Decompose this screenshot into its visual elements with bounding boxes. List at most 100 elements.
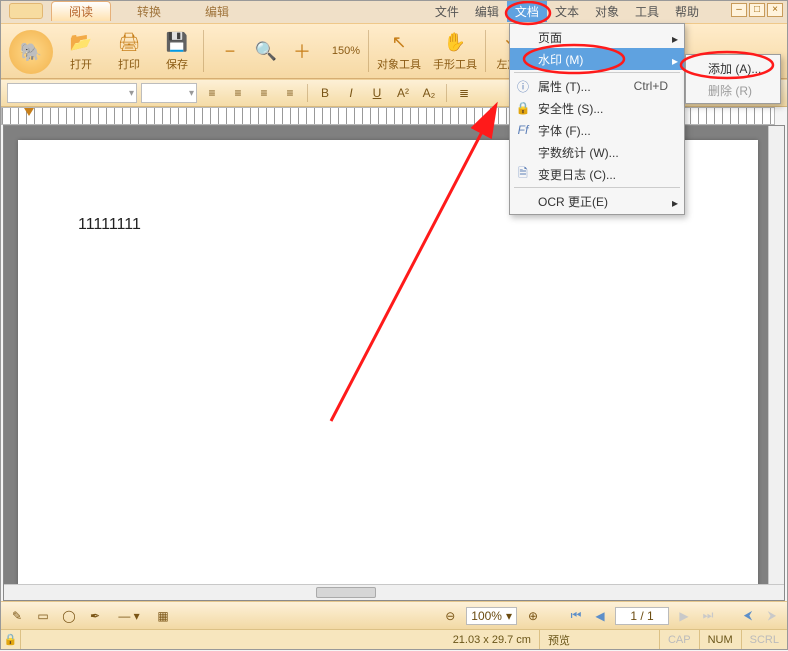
submenu-item-remove[interactable]: 删除 (R) bbox=[686, 79, 780, 101]
zoom-in-button[interactable]: ＋ bbox=[278, 24, 326, 78]
next-page-button[interactable]: ▶ bbox=[675, 607, 693, 625]
font-icon: Ff bbox=[515, 122, 531, 138]
prop-tool-button[interactable]: ▦ bbox=[153, 606, 173, 626]
bottom-toolbar: ✎ ▭ ◯ ✒ ― ▾ ▦ ⊖ 100%▾ ⊕ ⏮ ◀ 1 / 1 ▶ ⏭ ⮜ … bbox=[1, 601, 787, 629]
line-style-button[interactable]: ― ▾ bbox=[111, 606, 147, 626]
watermark-submenu: 添加 (A)... 删除 (R) bbox=[685, 54, 781, 104]
scroll-thumb[interactable] bbox=[316, 587, 376, 598]
app-handle[interactable] bbox=[9, 3, 43, 19]
tab-convert[interactable]: 转换 bbox=[119, 1, 179, 21]
vertical-scrollbar[interactable] bbox=[768, 126, 784, 584]
menu-item-ocr[interactable]: OCR 更正(E) ▸ bbox=[510, 190, 684, 212]
menu-item-label: 页面 bbox=[538, 29, 562, 46]
tab-edit[interactable]: 编辑 bbox=[187, 1, 247, 21]
save-icon: 💾 bbox=[165, 31, 189, 55]
zoom-label: 150% bbox=[332, 45, 360, 57]
zoom-value[interactable]: 150% bbox=[326, 24, 366, 78]
plus-icon: ＋ bbox=[290, 39, 314, 63]
menu-item-label: 水印 (M) bbox=[538, 51, 583, 68]
zoom-combo[interactable]: 100%▾ bbox=[466, 607, 517, 625]
window-close-button[interactable]: × bbox=[767, 3, 783, 17]
font-size-combo[interactable]: ▾ bbox=[141, 83, 197, 103]
horizontal-scrollbar[interactable] bbox=[4, 584, 784, 600]
menu-item-changelog[interactable]: 🗎 变更日志 (C)... bbox=[510, 163, 684, 185]
rect-tool-button[interactable]: ▭ bbox=[33, 606, 53, 626]
lock-icon[interactable]: 🔒 bbox=[1, 629, 21, 649]
menu-item-label: 属性 (T)... bbox=[538, 78, 591, 95]
menu-help[interactable]: 帮助 bbox=[667, 1, 707, 22]
menu-edit[interactable]: 编辑 bbox=[467, 1, 507, 22]
menu-document[interactable]: 文档 bbox=[507, 1, 547, 22]
menu-separator bbox=[514, 72, 680, 73]
last-page-button[interactable]: ⏭ bbox=[699, 607, 717, 625]
page-dimensions: 21.03 x 29.7 cm bbox=[445, 630, 540, 649]
scrl-indicator: SCRL bbox=[742, 630, 787, 649]
minus-icon: − bbox=[218, 39, 242, 63]
save-button[interactable]: 💾 保存 bbox=[153, 24, 201, 78]
pen-tool-button[interactable]: ✒ bbox=[85, 606, 105, 626]
menu-item-wordcount[interactable]: 字数统计 (W)... bbox=[510, 141, 684, 163]
menu-item-shortcut: Ctrl+D bbox=[634, 79, 668, 93]
italic-button[interactable]: I bbox=[340, 83, 362, 103]
page-field[interactable]: 1 / 1 bbox=[615, 607, 669, 625]
menu-tools[interactable]: 工具 bbox=[627, 1, 667, 22]
app-logo-icon[interactable]: 🐘 bbox=[9, 30, 53, 74]
lock-icon: 🔒 bbox=[515, 100, 531, 116]
document-menu-dropdown: 页面 ▸ 水印 (M) ▸ ⓘ 属性 (T)... Ctrl+D 🔒 安全性 (… bbox=[509, 23, 685, 215]
underline-button[interactable]: U bbox=[366, 83, 388, 103]
save-label: 保存 bbox=[166, 56, 188, 72]
indent-marker-icon[interactable] bbox=[24, 108, 34, 116]
toolbar-separator bbox=[368, 30, 369, 72]
submenu-arrow-icon: ▸ bbox=[672, 54, 678, 68]
caps-indicator: CAP bbox=[660, 630, 700, 649]
superscript-button[interactable]: A² bbox=[392, 83, 414, 103]
edit-tool-button[interactable]: ✎ bbox=[7, 606, 27, 626]
menu-item-security[interactable]: 🔒 安全性 (S)... bbox=[510, 97, 684, 119]
chevron-down-icon: ▾ bbox=[506, 609, 512, 623]
hand-tool-button[interactable]: ✋ 手形工具 bbox=[427, 24, 483, 78]
font-family-combo[interactable]: ▾ bbox=[7, 83, 137, 103]
separator bbox=[446, 84, 447, 102]
back-history-button[interactable]: ⮜ bbox=[739, 607, 757, 625]
view-mode[interactable]: 预览 bbox=[540, 630, 660, 649]
object-tool-button[interactable]: ↖ 对象工具 bbox=[371, 24, 427, 78]
toolbar-separator bbox=[485, 30, 486, 72]
open-button[interactable]: 📂 打开 bbox=[57, 24, 105, 78]
window-minimize-button[interactable]: – bbox=[731, 3, 747, 17]
align-left-button[interactable]: ≡ bbox=[201, 83, 223, 103]
mode-tabs: 阅读 转换 编辑 bbox=[51, 1, 255, 21]
align-right-button[interactable]: ≡ bbox=[253, 83, 275, 103]
document-text[interactable]: 11111111 bbox=[78, 216, 141, 234]
fwd-history-button[interactable]: ⮞ bbox=[763, 607, 781, 625]
zoom-reset-button[interactable]: 🔍 bbox=[254, 24, 278, 78]
window-controls: – □ × bbox=[731, 3, 783, 17]
menu-file[interactable]: 文件 bbox=[427, 1, 467, 22]
zoom-in-small-button[interactable]: ⊕ bbox=[523, 606, 543, 626]
submenu-arrow-icon: ▸ bbox=[672, 32, 678, 46]
menu-item-font[interactable]: Ff 字体 (F)... bbox=[510, 119, 684, 141]
menu-item-properties[interactable]: ⓘ 属性 (T)... Ctrl+D bbox=[510, 75, 684, 97]
submenu-item-add[interactable]: 添加 (A)... bbox=[686, 57, 780, 79]
bold-button[interactable]: B bbox=[314, 83, 336, 103]
window-maximize-button[interactable]: □ bbox=[749, 3, 765, 17]
prev-page-button[interactable]: ◀ bbox=[591, 607, 609, 625]
subscript-button[interactable]: A₂ bbox=[418, 83, 440, 103]
tab-read[interactable]: 阅读 bbox=[51, 1, 111, 21]
italic-label: I bbox=[349, 86, 352, 100]
zoom-out-small-button[interactable]: ⊖ bbox=[440, 606, 460, 626]
print-button[interactable]: 🖨 打印 bbox=[105, 24, 153, 78]
menu-text[interactable]: 文本 bbox=[547, 1, 587, 22]
menu-item-label: 安全性 (S)... bbox=[538, 100, 603, 117]
menu-item-label: 字数统计 (W)... bbox=[538, 144, 619, 161]
top-menus: 文件 编辑 文档 文本 对象 工具 帮助 bbox=[427, 1, 707, 22]
align-center-button[interactable]: ≡ bbox=[227, 83, 249, 103]
menu-item-label: OCR 更正(E) bbox=[538, 193, 608, 210]
first-page-button[interactable]: ⏮ bbox=[567, 607, 585, 625]
zoom-out-button[interactable]: − bbox=[206, 24, 254, 78]
align-justify-button[interactable]: ≡ bbox=[279, 83, 301, 103]
ellipse-tool-button[interactable]: ◯ bbox=[59, 606, 79, 626]
menu-item-page[interactable]: 页面 ▸ bbox=[510, 26, 684, 48]
menu-object[interactable]: 对象 bbox=[587, 1, 627, 22]
menu-item-watermark[interactable]: 水印 (M) ▸ bbox=[510, 48, 684, 70]
list-button[interactable]: ≣ bbox=[453, 83, 475, 103]
